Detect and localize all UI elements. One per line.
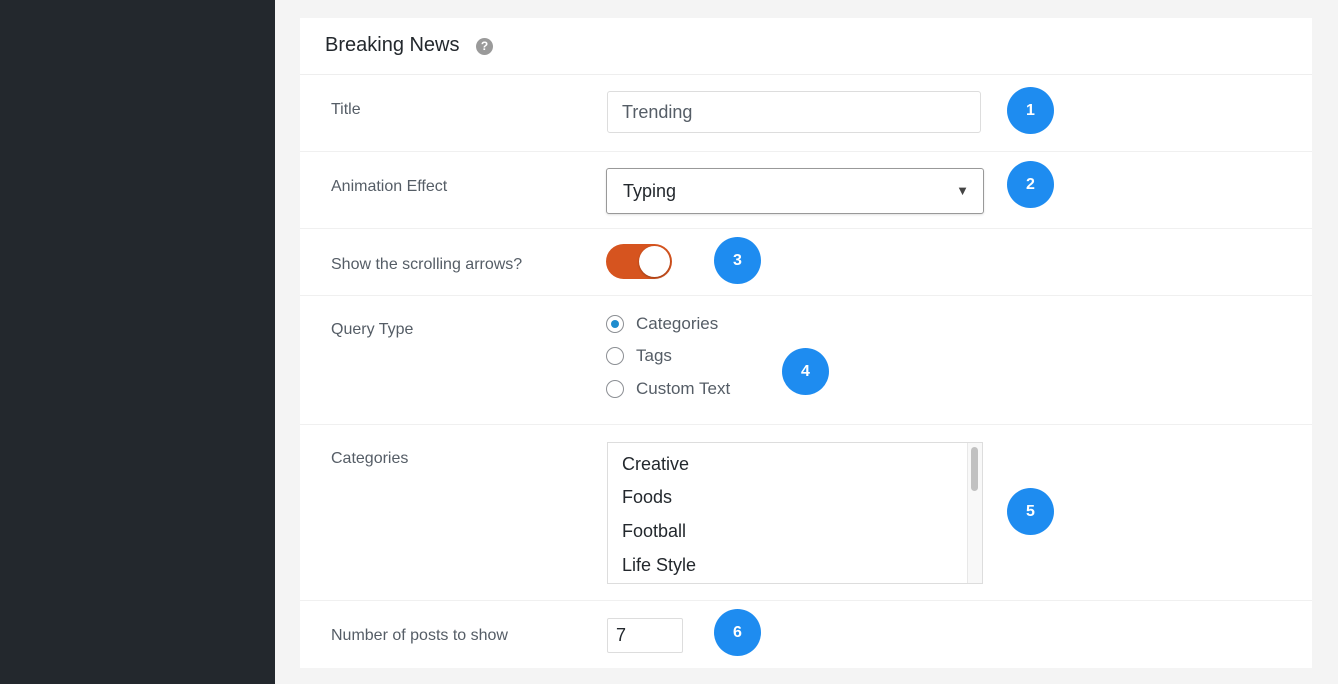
title-label: Title — [331, 101, 361, 118]
toggle-knob — [639, 246, 670, 277]
radio-categories-label: Categories — [636, 314, 719, 333]
categories-label: Categories — [331, 450, 409, 467]
help-icon[interactable]: ? — [476, 38, 493, 55]
posts-label: Number of posts to show — [331, 627, 508, 644]
radio-tags-circle[interactable] — [606, 347, 624, 365]
category-option-foods[interactable]: Foods — [622, 487, 672, 508]
posts-row: Number of posts to show 6 — [300, 601, 1312, 668]
radio-tags-label: Tags — [636, 346, 672, 365]
categories-row: Categories Creative Foods Football Life … — [300, 425, 1312, 601]
radio-categories-circle[interactable] — [606, 315, 624, 333]
step-badge-2: 2 — [1007, 161, 1054, 208]
breaking-news-panel: Breaking News ? Title 1 Animation Effect… — [300, 18, 1312, 668]
panel-header: Breaking News ? — [300, 18, 1312, 75]
categories-listbox[interactable]: Creative Foods Football Life Style — [607, 442, 983, 584]
scrollbar-thumb[interactable] — [971, 447, 978, 491]
arrows-row: Show the scrolling arrows? 3 — [300, 229, 1312, 296]
animation-row: Animation Effect Typing ▼ 2 — [300, 152, 1312, 229]
radio-custom-text-label: Custom Text — [636, 379, 731, 398]
query-type-label: Query Type — [331, 321, 414, 338]
step-badge-1: 1 — [1007, 87, 1054, 134]
title-input[interactable] — [607, 91, 981, 133]
chevron-down-icon: ▼ — [956, 183, 969, 198]
animation-label: Animation Effect — [331, 178, 448, 195]
title-row: Title 1 — [300, 75, 1312, 152]
category-option-life-style[interactable]: Life Style — [622, 555, 696, 576]
animation-select[interactable]: Typing ▼ — [606, 168, 984, 214]
posts-number-input[interactable] — [607, 618, 683, 653]
query-type-row: Query Type Categories Tags Custom Text 4 — [300, 296, 1312, 425]
step-badge-4: 4 — [782, 348, 829, 395]
arrows-label: Show the scrolling arrows? — [331, 256, 523, 273]
step-badge-3: 3 — [714, 237, 761, 284]
radio-custom-text-circle[interactable] — [606, 380, 624, 398]
admin-sidebar — [0, 0, 275, 684]
step-badge-5: 5 — [1007, 488, 1054, 535]
step-badge-6: 6 — [714, 609, 761, 656]
animation-select-value: Typing — [623, 181, 677, 201]
category-option-football[interactable]: Football — [622, 521, 686, 542]
listbox-scrollbar[interactable] — [967, 443, 982, 583]
scrolling-arrows-toggle[interactable] — [606, 244, 672, 279]
category-option-creative[interactable]: Creative — [622, 454, 689, 475]
panel-title: Breaking News — [325, 34, 460, 56]
